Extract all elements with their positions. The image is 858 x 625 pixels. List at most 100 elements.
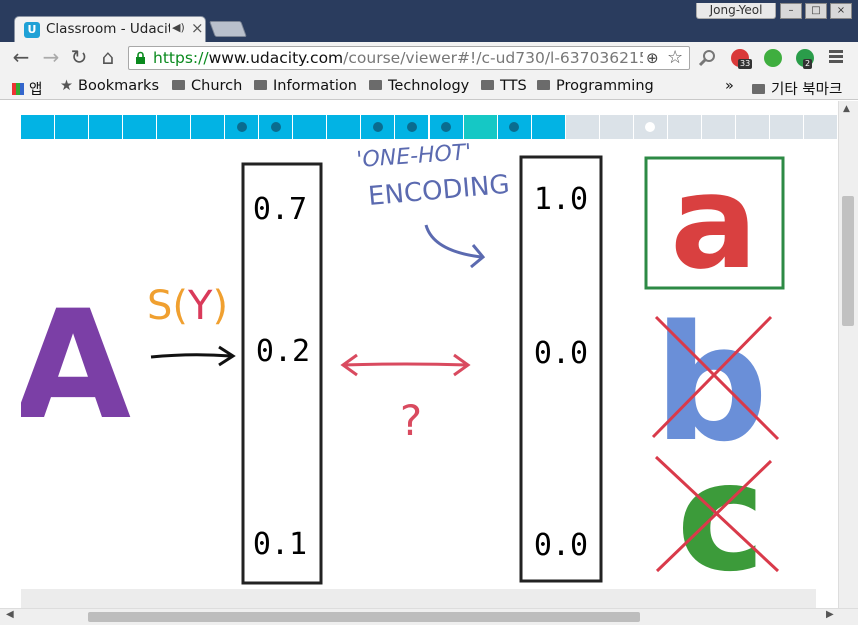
progress-segment[interactable] [701,115,735,139]
choice-a-glyph: a [670,146,758,298]
progress-segment[interactable] [531,115,565,139]
new-tab-button[interactable] [209,21,247,37]
progress-segment[interactable] [395,115,429,139]
question-mark: ? [400,396,422,445]
green-extension-icon[interactable] [764,49,782,67]
horizontal-scroll-thumb[interactable] [88,612,640,622]
score-value-1: 0.7 [253,192,307,227]
progress-segment[interactable] [803,115,837,139]
horizontal-scrollbar[interactable]: ◀ ▶ [0,608,858,625]
progress-segment[interactable] [89,115,123,139]
vertical-scroll-thumb[interactable] [842,196,854,326]
scroll-right-arrow-icon[interactable]: ▶ [826,609,834,620]
progress-segment[interactable] [599,115,633,139]
progress-segment[interactable] [123,115,157,139]
progress-segment[interactable] [735,115,769,139]
address-bar[interactable]: https://www.udacity.com/course/viewer#!/… [128,46,690,70]
bookmark-folder-technology[interactable]: Technology [369,78,469,94]
scroll-left-arrow-icon[interactable]: ◀ [6,609,14,620]
progress-segment[interactable] [497,115,531,139]
quiz-dot-icon [645,122,656,132]
progress-segment[interactable] [191,115,225,139]
folder-icon [254,80,267,90]
forward-arrow-icon[interactable]: → [40,45,62,69]
apps-shortcut[interactable]: 앱 [12,78,42,99]
progress-segment[interactable] [55,115,89,139]
star-icon: ★ [60,78,73,94]
folder-icon [481,80,494,90]
progress-segment[interactable] [769,115,803,139]
lecture-video[interactable]: A S(Y) 0.7 0.2 0.1 ? 'ONE-HOT' ENCODING … [15,139,838,605]
encoding-arrow [424,224,482,259]
whiteboard-drawing: A S(Y) 0.7 0.2 0.1 ? 'ONE-HOT' ENCODING … [15,140,785,605]
folder-icon [752,84,765,94]
bookmark-bookmarks[interactable]: ★ Bookmarks [60,78,159,94]
progress-segment[interactable] [565,115,599,139]
quiz-dot-icon [509,122,520,132]
udacity-favicon-icon: U [24,22,40,38]
window-title-bar: U Classroom - Udacity ◀) × Jong-Yeol – □… [0,0,858,42]
maximize-button[interactable]: □ [805,3,827,19]
folder-icon [537,80,550,90]
browser-tab[interactable]: U Classroom - Udacity ◀) × [14,16,206,42]
bookmark-folder-programming[interactable]: Programming [537,78,654,94]
bookmark-folder-church[interactable]: Church [172,78,242,94]
onehot-value-3: 0.0 [534,528,588,563]
bookmarks-overflow-chevron[interactable]: » [725,78,734,94]
window-close-button[interactable]: × [830,3,852,19]
apps-grid-icon [12,83,24,95]
score-value-2: 0.2 [256,334,310,369]
progress-segment[interactable] [327,115,361,139]
lock-icon [136,51,145,64]
softmax-function-label: S(Y) [147,283,228,329]
lesson-progress-bar [21,115,838,139]
tab-close-icon[interactable]: × [191,19,204,37]
bookmark-star-icon[interactable]: ☆ [667,47,683,68]
back-arrow-icon[interactable]: ← [10,45,32,69]
folder-icon [172,80,185,90]
bookmark-folder-information[interactable]: Information [254,78,357,94]
progress-segment[interactable] [633,115,667,139]
letter-a-glyph: A [21,279,131,453]
progress-segment[interactable] [667,115,701,139]
url-text: https://www.udacity.com/course/viewer#!/… [153,49,643,67]
compare-double-arrow [342,362,469,367]
one-hot-label: 'ONE-HOT' [356,140,472,173]
quiz-dot-icon [236,122,247,132]
tab-title: Classroom - Udacity [46,21,170,37]
progress-segment[interactable] [259,115,293,139]
profile-extension-icon[interactable]: 2 [796,49,814,69]
progress-segment[interactable] [463,115,497,139]
encoding-label: ENCODING [367,170,511,212]
progress-segment[interactable] [429,115,463,139]
folder-icon [369,80,382,90]
zoom-icon[interactable]: ⊕ [646,49,659,67]
bookmark-folder-tts[interactable]: TTS [481,78,527,94]
hangouts-extension-icon[interactable]: 33 [731,49,753,69]
progress-segment[interactable] [225,115,259,139]
progress-segment[interactable] [293,115,327,139]
audio-playing-icon[interactable]: ◀) [172,21,185,34]
minimize-button[interactable]: – [780,3,802,19]
vertical-scrollbar[interactable]: ▲ [838,101,858,611]
search-extension-icon[interactable] [698,49,716,67]
bookmark-folder-other[interactable]: 기타 북마크 [752,78,842,99]
bookmarks-bar: 앱 ★ Bookmarks Church Information Technolo… [0,74,858,100]
quiz-dot-icon [372,122,383,132]
onehot-value-1: 1.0 [534,182,588,217]
page-content: A S(Y) 0.7 0.2 0.1 ? 'ONE-HOT' ENCODING … [0,101,858,625]
score-value-3: 0.1 [253,527,307,562]
video-player-controls[interactable] [21,589,816,608]
scroll-up-arrow-icon[interactable]: ▲ [843,104,850,114]
progress-segment[interactable] [21,115,55,139]
quiz-dot-icon [270,122,281,132]
chrome-menu-icon[interactable] [829,50,843,64]
input-arrow [150,353,232,359]
onehot-value-2: 0.0 [534,336,588,371]
progress-segment[interactable] [157,115,191,139]
profile-button[interactable]: Jong-Yeol [696,3,776,19]
reload-icon[interactable]: ↻ [68,45,90,69]
home-icon[interactable]: ⌂ [97,45,119,69]
progress-segment[interactable] [361,115,395,139]
browser-toolbar: ← → ↻ ⌂ https://www.udacity.com/course/v… [0,42,858,74]
